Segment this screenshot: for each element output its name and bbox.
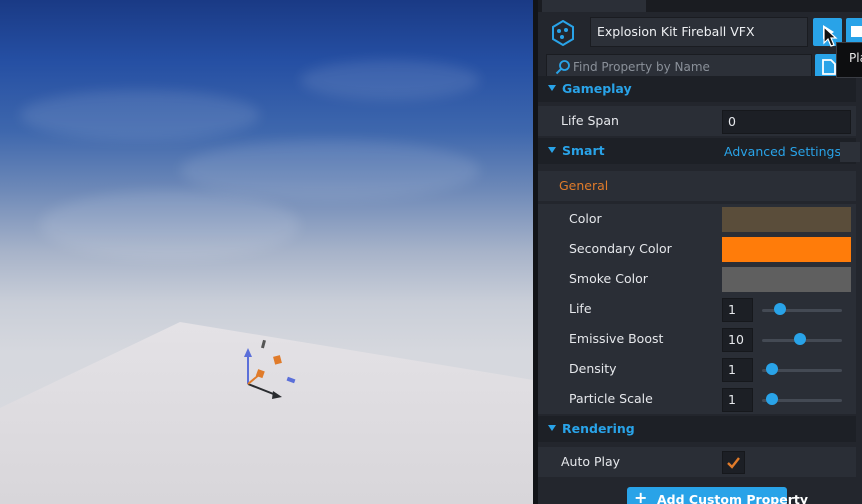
- life-span-input[interactable]: 0: [722, 110, 851, 134]
- auto-play-checkbox[interactable]: [722, 451, 745, 474]
- section-title: Rendering: [562, 421, 635, 436]
- caret-down-icon: [548, 425, 556, 431]
- property-color: Color: [538, 204, 856, 234]
- property-label: Auto Play: [561, 454, 621, 469]
- property-emissive-boost: Emissive Boost 10: [538, 324, 856, 354]
- section-smart[interactable]: Smart Advanced Settings: [538, 138, 860, 164]
- property-auto-play: Auto Play: [538, 447, 856, 477]
- property-secondary-color: Secondary Color: [538, 234, 856, 264]
- add-custom-property-button[interactable]: + Add Custom Property: [627, 487, 808, 504]
- section-title: Gameplay: [562, 81, 632, 96]
- add-custom-property-label: Add Custom Property: [657, 492, 809, 504]
- caret-down-icon: [548, 147, 556, 153]
- property-life-span: Life Span 0: [538, 106, 856, 136]
- advanced-settings-link[interactable]: Advanced Settings: [724, 144, 841, 159]
- group-label: General: [559, 178, 609, 193]
- object-name-field[interactable]: Explosion Kit Fireball VFX: [590, 17, 808, 47]
- life-slider-knob[interactable]: [773, 303, 786, 315]
- search-icon: [555, 60, 570, 75]
- density-slider-knob[interactable]: [765, 363, 778, 375]
- property-list: Gameplay Life Span 0 Smart Advanced Sett…: [538, 76, 862, 504]
- property-label: Life Span: [561, 113, 619, 128]
- vfx-object-icon: [552, 20, 574, 46]
- particle-scale-slider-knob[interactable]: [765, 393, 778, 405]
- play-tooltip: Pla: [836, 42, 862, 78]
- particle-scale-input[interactable]: 1: [722, 388, 753, 412]
- caret-down-icon: [548, 85, 556, 91]
- property-label: Particle Scale: [569, 391, 653, 406]
- smoke-color-swatch[interactable]: [722, 267, 851, 292]
- property-label: Color: [569, 211, 602, 226]
- color-swatch[interactable]: [722, 207, 851, 232]
- mouse-cursor-icon: [823, 26, 838, 47]
- property-label: Density: [569, 361, 617, 376]
- checkmark-icon: [727, 457, 740, 469]
- density-input[interactable]: 1: [722, 358, 753, 382]
- section-rendering[interactable]: Rendering: [538, 416, 856, 442]
- emissive-boost-input[interactable]: 10: [722, 328, 753, 352]
- property-particle-scale: Particle Scale 1: [538, 384, 856, 414]
- property-label: Secondary Color: [569, 241, 672, 256]
- section-gameplay[interactable]: Gameplay: [538, 76, 856, 102]
- property-label: Smoke Color: [569, 271, 648, 286]
- property-smoke-color: Smoke Color: [538, 264, 856, 294]
- stop-icon: [851, 26, 862, 37]
- property-label: Life: [569, 301, 592, 316]
- property-life: Life 1: [538, 294, 856, 324]
- properties-tab[interactable]: [542, 0, 646, 12]
- scene-viewport[interactable]: [0, 0, 533, 504]
- group-general[interactable]: General: [538, 171, 856, 201]
- emissive-boost-slider-knob[interactable]: [793, 333, 806, 345]
- transform-gizmo[interactable]: [236, 338, 306, 408]
- advanced-settings-toggle[interactable]: [840, 142, 860, 162]
- properties-panel: Explosion Kit Fireball VFX Gameplay: [538, 0, 862, 504]
- properties-header: Explosion Kit Fireball VFX: [538, 12, 862, 82]
- plus-icon: +: [634, 488, 648, 504]
- section-title: Smart: [562, 143, 605, 158]
- secondary-color-swatch[interactable]: [722, 237, 851, 262]
- panel-tabbar: [538, 0, 862, 12]
- ground-plane: [0, 322, 533, 504]
- tooltip-text: Pla: [849, 51, 862, 65]
- property-density: Density 1: [538, 354, 856, 384]
- life-input[interactable]: 1: [722, 298, 753, 322]
- property-label: Emissive Boost: [569, 331, 664, 346]
